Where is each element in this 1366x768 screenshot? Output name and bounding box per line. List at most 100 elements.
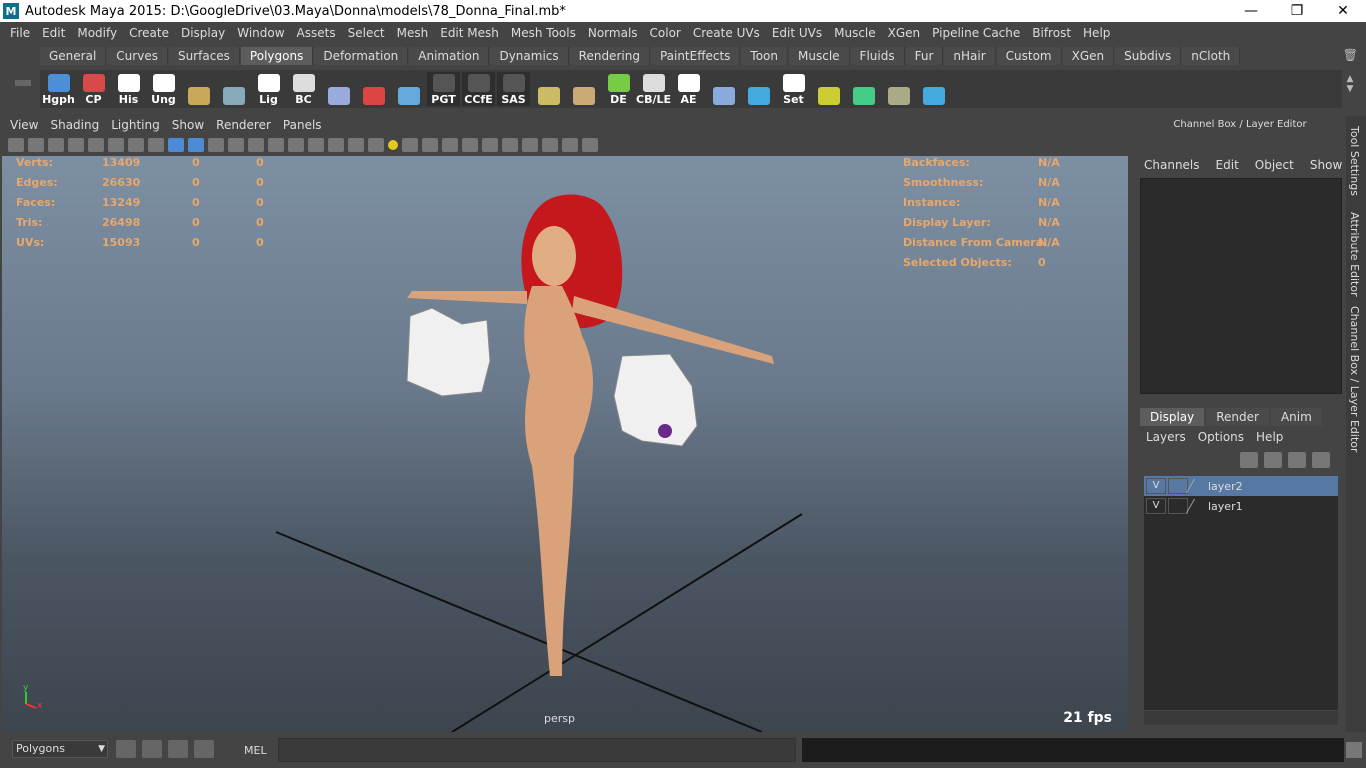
new-layer-icon[interactable] — [1288, 452, 1306, 468]
shelf-tab-xgen[interactable]: XGen — [1062, 47, 1115, 65]
menu-muscle[interactable]: Muscle — [828, 26, 882, 40]
shelf-tab-toon[interactable]: Toon — [741, 47, 789, 65]
viewport-tool-icon[interactable] — [422, 138, 438, 152]
viewport-tool-icon[interactable] — [228, 138, 244, 152]
shelf-icon-hgph[interactable]: Hgph — [42, 72, 75, 106]
menu-color[interactable]: Color — [644, 26, 687, 40]
channel-menu-show[interactable]: Show — [1302, 158, 1350, 174]
shelf-icon-tool-15[interactable] — [567, 72, 600, 106]
menu-assets[interactable]: Assets — [291, 26, 342, 40]
shelf-icon-tool-24[interactable] — [882, 72, 915, 106]
viewport-tool-icon[interactable] — [268, 138, 284, 152]
move-layer-up-icon[interactable] — [1240, 452, 1258, 468]
shelf-tab-curves[interactable]: Curves — [107, 47, 168, 65]
layer-visibility-toggle[interactable]: V — [1146, 478, 1166, 494]
shelf-icon-sas[interactable]: SAS — [497, 72, 530, 106]
layer-visibility-toggle[interactable]: V — [1146, 498, 1166, 514]
channel-menu-channels[interactable]: Channels — [1136, 158, 1208, 174]
snap-icon[interactable] — [116, 740, 136, 758]
layer-tab-anim[interactable]: Anim — [1270, 408, 1322, 426]
shelf-tab-subdivs[interactable]: Subdivs — [1115, 47, 1182, 65]
shelf-icon-tool-20[interactable] — [742, 72, 775, 106]
menu-bifrost[interactable]: Bifrost — [1026, 26, 1077, 40]
viewport-tool-icon[interactable] — [208, 138, 224, 152]
menu-modify[interactable]: Modify — [71, 26, 123, 40]
shelf-icon-tool-19[interactable] — [707, 72, 740, 106]
hypershade-icon[interactable] — [194, 740, 214, 758]
new-layer-selected-icon[interactable] — [1312, 452, 1330, 468]
menu-select[interactable]: Select — [342, 26, 391, 40]
script-editor-icon[interactable] — [1346, 742, 1362, 758]
viewport-menu-show[interactable]: Show — [166, 118, 210, 132]
shelf-tab-painteffects[interactable]: PaintEffects — [650, 47, 741, 65]
viewport-tool-icon[interactable] — [108, 138, 124, 152]
viewport-tool-icon[interactable] — [522, 138, 538, 152]
shelf-tab-surfaces[interactable]: Surfaces — [168, 47, 240, 65]
viewport-tool-icon[interactable] — [482, 138, 498, 152]
shelf-tab-fluids[interactable]: Fluids — [850, 47, 905, 65]
shelf-tab-animation[interactable]: Animation — [409, 47, 490, 65]
shelf-scroll-arrows[interactable]: ▲ ▼ — [1344, 74, 1356, 106]
move-layer-down-icon[interactable] — [1264, 452, 1282, 468]
shelf-icon-tool-4[interactable] — [182, 72, 215, 106]
shelf-icon-ae[interactable]: AE — [672, 72, 705, 106]
layer-color-swatch[interactable] — [1185, 479, 1209, 493]
menu-xgen[interactable]: XGen — [882, 26, 927, 40]
menu-mesh-tools[interactable]: Mesh Tools — [505, 26, 582, 40]
viewport-tool-icon[interactable] — [402, 138, 418, 152]
menu-pipeline-cache[interactable]: Pipeline Cache — [926, 26, 1026, 40]
shelf-tab-custom[interactable]: Custom — [996, 47, 1062, 65]
shelf-tab-muscle[interactable]: Muscle — [789, 47, 850, 65]
3d-viewport[interactable]: y x Verts: 13409 0 0 Edges: 26630 0 0 Faces: 1324… — [2, 156, 1128, 732]
viewport-tool-icon[interactable] — [248, 138, 264, 152]
layer-tab-display[interactable]: Display — [1140, 408, 1205, 426]
channel-menu-edit[interactable]: Edit — [1208, 158, 1247, 174]
viewport-tool-icon[interactable] — [128, 138, 144, 152]
shelf-icon-de[interactable]: DE — [602, 72, 635, 106]
shelf-icon-tool-25[interactable] — [917, 72, 950, 106]
shelf-tab-polygons[interactable]: Polygons — [240, 47, 314, 65]
viewport-tool-icon[interactable] — [308, 138, 324, 152]
outliner-icon[interactable] — [168, 740, 188, 758]
layer-menu-help[interactable]: Help — [1250, 430, 1289, 448]
viewport-tool-icon[interactable] — [442, 138, 458, 152]
shelf-icon-set[interactable]: Set — [777, 72, 810, 106]
shelf-icon-tool-14[interactable] — [532, 72, 565, 106]
viewport-tool-icon[interactable] — [542, 138, 558, 152]
viewport-tool-icon[interactable] — [68, 138, 84, 152]
menu-display[interactable]: Display — [175, 26, 231, 40]
layer-color-swatch[interactable] — [1185, 499, 1209, 513]
shelf-icon-tool-9[interactable] — [357, 72, 390, 106]
viewport-tool-icon[interactable] — [582, 138, 598, 152]
viewport-tool-icon[interactable] — [168, 138, 184, 152]
menu-mesh[interactable]: Mesh — [391, 26, 435, 40]
menu-edit-uvs[interactable]: Edit UVs — [766, 26, 828, 40]
viewport-tool-icon[interactable] — [28, 138, 44, 152]
channel-box-area[interactable] — [1140, 178, 1342, 394]
menu-normals[interactable]: Normals — [582, 26, 644, 40]
shelf-handle[interactable] — [8, 50, 38, 110]
panel-splitter[interactable] — [1130, 116, 1136, 732]
viewport-tool-icon[interactable] — [462, 138, 478, 152]
menu-edit[interactable]: Edit — [36, 26, 71, 40]
side-tab-attribute-editor[interactable]: Attribute Editor — [1348, 212, 1361, 297]
shelf-icon-cp[interactable]: CP — [77, 72, 110, 106]
side-tab-tool-settings[interactable]: Tool Settings — [1348, 126, 1361, 196]
shelf-tab-general[interactable]: General — [40, 47, 107, 65]
shelf-icon-cb-le[interactable]: CB/LE — [636, 72, 671, 106]
viewport-tool-icon[interactable] — [502, 138, 518, 152]
viewport-tool-icon[interactable] — [88, 138, 104, 152]
shelf-tab-nhair[interactable]: nHair — [944, 47, 996, 65]
side-tab-channel-box-layer-editor[interactable]: Channel Box / Layer Editor — [1348, 306, 1361, 453]
layer-scrollbar[interactable] — [1144, 711, 1338, 725]
viewport-tool-icon[interactable] — [348, 138, 364, 152]
trash-icon[interactable]: 🗑 — [1343, 48, 1358, 62]
shelf-icon-tool-5[interactable] — [217, 72, 250, 106]
shelf-tab-ncloth[interactable]: nCloth — [1182, 47, 1241, 65]
viewport-tool-icon[interactable] — [48, 138, 64, 152]
viewport-tool-icon[interactable] — [562, 138, 578, 152]
layer-menu-options[interactable]: Options — [1192, 430, 1250, 448]
viewport-menu-lighting[interactable]: Lighting — [105, 118, 166, 132]
shelf-tab-dynamics[interactable]: Dynamics — [490, 47, 569, 65]
layer-type-toggle[interactable] — [1168, 498, 1188, 514]
